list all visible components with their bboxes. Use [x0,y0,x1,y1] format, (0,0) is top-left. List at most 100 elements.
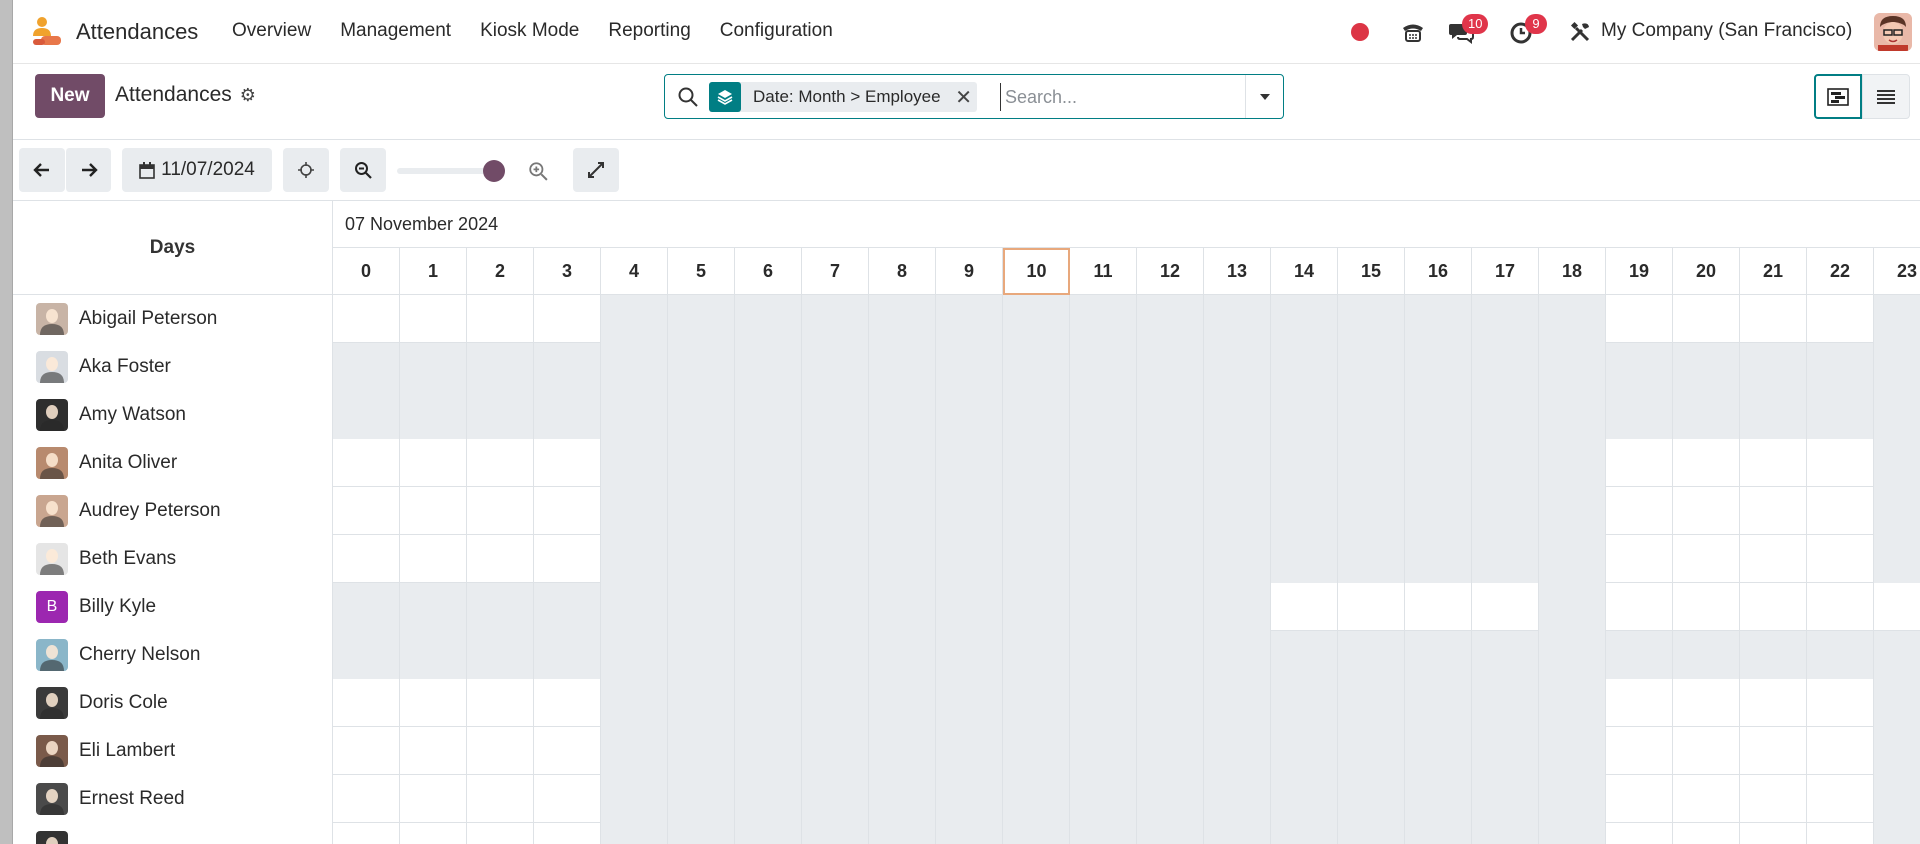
gantt-cell[interactable] [1472,679,1539,727]
gantt-cell[interactable] [534,727,601,775]
gantt-cell[interactable] [802,295,869,343]
gantt-cell[interactable] [869,343,936,391]
gantt-cell[interactable] [1003,823,1070,844]
gantt-cell[interactable] [1137,823,1204,844]
gantt-cell[interactable] [802,583,869,631]
employee-row-header[interactable]: Aka Foster [13,343,333,391]
gantt-cell[interactable] [1807,343,1874,391]
gantt-cell[interactable] [1606,535,1673,583]
gantt-cell[interactable] [1003,775,1070,823]
gantt-cell[interactable] [668,727,735,775]
gantt-cell[interactable] [1606,343,1673,391]
app-name[interactable]: Attendances [76,19,198,45]
gantt-cell[interactable] [1405,631,1472,679]
gantt-cell[interactable] [802,679,869,727]
gantt-cell[interactable] [735,439,802,487]
gantt-cell[interactable] [1204,391,1271,439]
gantt-cell[interactable] [333,631,400,679]
gantt-cell[interactable] [1606,439,1673,487]
gantt-cell[interactable] [1204,775,1271,823]
gantt-cell[interactable] [1405,823,1472,844]
gantt-cell[interactable] [1338,487,1405,535]
gantt-cell[interactable] [735,343,802,391]
gantt-cell[interactable] [1070,535,1137,583]
gantt-cell[interactable] [1874,487,1920,535]
gantt-cell[interactable] [1405,727,1472,775]
gantt-cell[interactable] [1137,583,1204,631]
gantt-cell[interactable] [1807,535,1874,583]
gantt-cell[interactable] [1137,391,1204,439]
gantt-cell[interactable] [1539,343,1606,391]
focus-today-button[interactable] [283,148,329,192]
gantt-cell[interactable] [1137,487,1204,535]
gantt-cell[interactable] [1137,631,1204,679]
gantt-cell[interactable] [333,727,400,775]
gantt-cell[interactable] [735,727,802,775]
gantt-cell[interactable] [1740,535,1807,583]
gantt-cell[interactable] [1740,583,1807,631]
gantt-cell[interactable] [467,631,534,679]
gantt-cell[interactable] [668,295,735,343]
gantt-cell[interactable] [400,727,467,775]
gantt-cell[interactable] [869,823,936,844]
gantt-cell[interactable] [1405,295,1472,343]
gantt-cell[interactable] [1338,535,1405,583]
gantt-cell[interactable] [1338,439,1405,487]
gantt-cell[interactable] [1405,439,1472,487]
gantt-cell[interactable] [1472,343,1539,391]
recording-indicator-icon[interactable] [1351,23,1369,41]
gantt-cell[interactable] [1807,775,1874,823]
gantt-cell[interactable] [1003,439,1070,487]
employee-row-header[interactable]: Abigail Peterson [13,295,333,343]
date-picker-button[interactable]: 11/07/2024 [122,148,272,192]
gantt-cell[interactable] [1539,823,1606,844]
gantt-cell[interactable] [802,535,869,583]
gantt-cell[interactable] [802,439,869,487]
gantt-cell[interactable] [601,391,668,439]
gantt-cell[interactable] [668,823,735,844]
gantt-cell[interactable] [668,343,735,391]
employee-row-header[interactable]: Beth Evans [13,535,333,583]
gantt-cell[interactable] [1070,631,1137,679]
gantt-cell[interactable] [1874,583,1920,631]
gantt-cell[interactable] [467,391,534,439]
gantt-cell[interactable] [869,439,936,487]
gantt-cell[interactable] [1874,439,1920,487]
gantt-cell[interactable] [333,487,400,535]
gantt-cell[interactable] [1271,583,1338,631]
gantt-cell[interactable] [534,391,601,439]
gantt-cell[interactable] [1539,295,1606,343]
gantt-cell[interactable] [1204,823,1271,844]
gantt-cell[interactable] [936,727,1003,775]
gantt-cell[interactable] [1539,631,1606,679]
menu-management[interactable]: Management [340,20,451,42]
zoom-slider-track[interactable] [397,168,497,174]
gantt-cell[interactable] [802,727,869,775]
gantt-cell[interactable] [534,583,601,631]
gantt-cell[interactable] [869,295,936,343]
gantt-cell[interactable] [869,727,936,775]
employee-row-header[interactable]: Doris Cole [13,679,333,727]
gantt-cell[interactable] [1137,727,1204,775]
gantt-cell[interactable] [333,823,400,844]
gantt-cell[interactable] [936,391,1003,439]
gantt-cell[interactable] [1673,775,1740,823]
gantt-cell[interactable] [1807,679,1874,727]
gantt-cell[interactable] [1740,679,1807,727]
gantt-cell[interactable] [1673,439,1740,487]
gantt-cell[interactable] [467,439,534,487]
employee-row-header[interactable]: B Billy Kyle [13,583,333,631]
gantt-cell[interactable] [400,823,467,844]
gantt-cell[interactable] [1807,583,1874,631]
gantt-cell[interactable] [1338,679,1405,727]
gantt-cell[interactable] [869,487,936,535]
gantt-cell[interactable] [1606,583,1673,631]
gantt-cell[interactable] [333,439,400,487]
gantt-cell[interactable] [1271,823,1338,844]
gantt-cell[interactable] [1740,487,1807,535]
gantt-cell[interactable] [1137,343,1204,391]
employee-row-header[interactable] [13,823,333,844]
gantt-cell[interactable] [400,583,467,631]
gantt-cell[interactable] [1472,439,1539,487]
gantt-cell[interactable] [1606,295,1673,343]
